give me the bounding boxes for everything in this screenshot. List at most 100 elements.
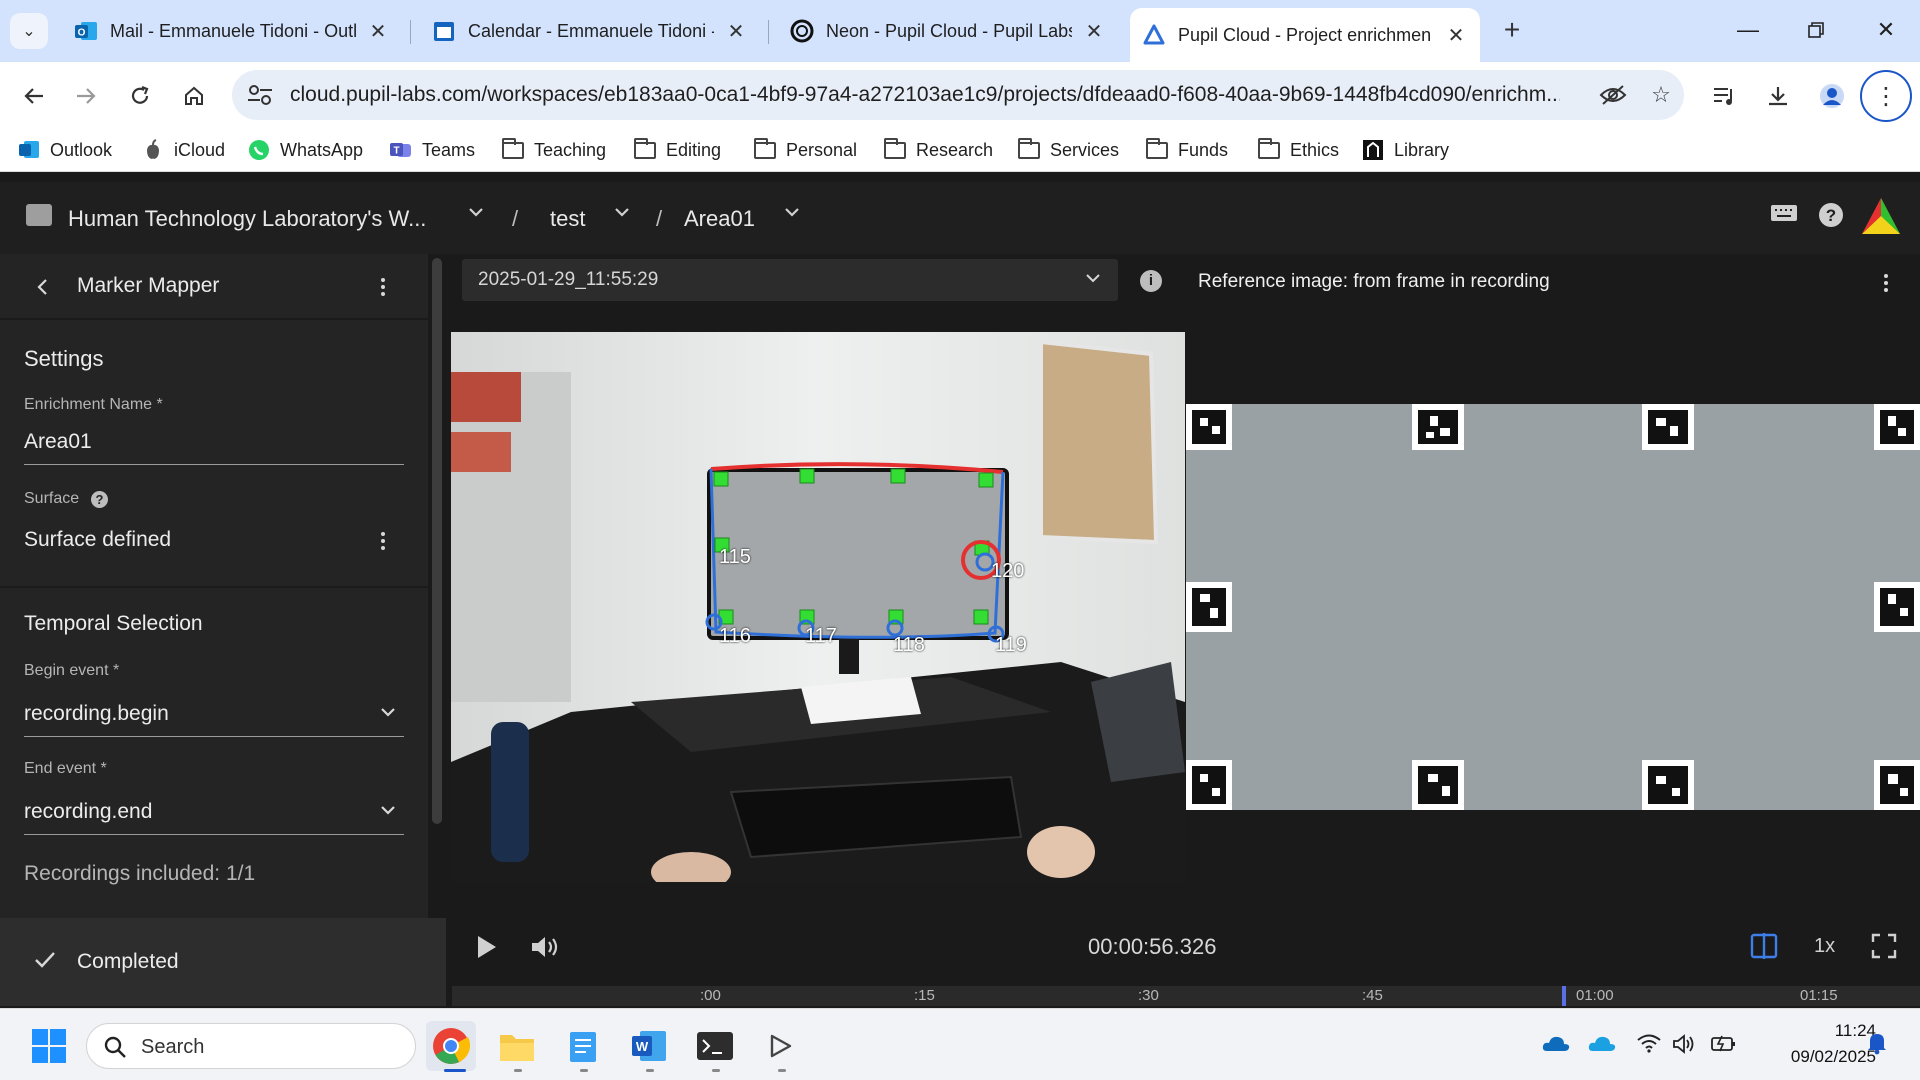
wifi-icon[interactable] xyxy=(1636,1033,1662,1059)
bookmark-label: Ethics xyxy=(1290,139,1340,160)
tab-neon[interactable]: Neon - Pupil Cloud - Pupil Labs ✕ xyxy=(778,10,1118,52)
minimize-button[interactable]: — xyxy=(1718,8,1778,52)
bookmark-library[interactable]: Library xyxy=(1360,136,1449,164)
restore-button[interactable] xyxy=(1786,8,1846,52)
clock-time[interactable]: 11:24 xyxy=(1746,1021,1876,1041)
enrichment-name-field[interactable]: Area01 xyxy=(24,430,92,454)
end-event-select[interactable]: recording.end xyxy=(24,800,152,824)
bookmark-folder-personal[interactable]: Personal xyxy=(752,136,857,164)
bookmark-label: Editing xyxy=(666,139,722,160)
app-indicator xyxy=(514,1069,522,1072)
battery-icon[interactable] xyxy=(1710,1033,1738,1059)
forward-button[interactable] xyxy=(66,76,106,116)
info-icon[interactable]: i xyxy=(1140,270,1162,292)
breadcrumb-enrichment[interactable]: Area01 xyxy=(684,206,755,232)
folder-icon xyxy=(1016,137,1042,161)
active-app-indicator xyxy=(444,1069,466,1072)
url-text[interactable]: cloud.pupil-labs.com/workspaces/eb183aa0… xyxy=(290,83,1560,107)
bookmark-outlook[interactable]: Outlook xyxy=(16,136,112,164)
tab-pupil-cloud[interactable]: Pupil Cloud - Project enrichmen ✕ xyxy=(1130,8,1480,62)
close-icon[interactable]: ✕ xyxy=(724,19,748,44)
notepad-icon[interactable] xyxy=(558,1021,608,1071)
more-options-icon[interactable] xyxy=(381,278,387,299)
bookmark-folder-teaching[interactable]: Teaching xyxy=(500,136,606,164)
chevron-down-icon[interactable] xyxy=(612,202,632,228)
close-icon[interactable]: ✕ xyxy=(1082,19,1106,44)
eye-slash-icon[interactable] xyxy=(1598,80,1628,110)
onedrive-icon[interactable] xyxy=(1542,1033,1570,1059)
bookmark-folder-ethics[interactable]: Ethics xyxy=(1256,136,1339,164)
address-bar[interactable]: cloud.pupil-labs.com/workspaces/eb183aa0… xyxy=(232,70,1684,120)
begin-event-select[interactable]: recording.begin xyxy=(24,702,169,726)
app-header: Human Technology Laboratory's W... / tes… xyxy=(0,182,1920,254)
split-view-icon[interactable] xyxy=(1750,932,1778,965)
downloads-icon[interactable] xyxy=(1758,76,1798,116)
close-icon[interactable]: ✕ xyxy=(1444,23,1468,48)
bookmark-teams[interactable]: T Teams xyxy=(388,136,475,164)
volume-icon[interactable] xyxy=(530,934,562,965)
close-window-button[interactable]: ✕ xyxy=(1856,8,1916,52)
timeline[interactable]: :00 :15 :30 :45 01:00 01:15 xyxy=(452,986,1920,1006)
site-settings-icon[interactable] xyxy=(246,82,274,108)
breadcrumb-workspace[interactable]: Human Technology Laboratory's W... xyxy=(68,206,426,232)
bookmark-whatsapp[interactable]: WhatsApp xyxy=(246,136,363,164)
play-icon[interactable] xyxy=(476,934,498,965)
chevron-down-icon[interactable] xyxy=(466,202,486,228)
bookmark-folder-editing[interactable]: Editing xyxy=(632,136,721,164)
svg-text:W: W xyxy=(636,1039,649,1054)
back-button[interactable] xyxy=(14,76,54,116)
speaker-icon[interactable] xyxy=(1672,1033,1696,1061)
bookmark-star-icon[interactable]: ☆ xyxy=(1646,80,1676,110)
breadcrumb-project[interactable]: test xyxy=(550,206,585,232)
taskbar-search[interactable]: Search xyxy=(86,1023,416,1069)
home-button[interactable] xyxy=(174,76,214,116)
help-icon[interactable]: ? xyxy=(1818,202,1844,235)
chevron-down-icon[interactable] xyxy=(378,800,398,826)
user-avatar-icon[interactable] xyxy=(1860,196,1902,245)
scene-video[interactable]: 115 120 116 117 118 119 xyxy=(451,332,1185,882)
more-options-icon[interactable] xyxy=(381,532,387,553)
reference-image[interactable] xyxy=(1186,404,1920,810)
new-tab-button[interactable]: + xyxy=(1494,12,1530,48)
chevron-down-icon[interactable] xyxy=(378,702,398,728)
bookmark-label: WhatsApp xyxy=(280,139,364,160)
sidebar-scrollbar[interactable] xyxy=(432,258,442,824)
bookmark-folder-research[interactable]: Research xyxy=(882,136,993,164)
playback-speed-button[interactable]: 1x xyxy=(1814,935,1835,958)
tab-search-button[interactable]: ⌄ xyxy=(10,13,48,49)
profile-avatar-icon[interactable] xyxy=(1812,76,1852,116)
svg-text:T: T xyxy=(393,146,399,157)
reference-image-title: Reference image: from frame in recording xyxy=(1198,271,1550,292)
bookmark-icloud[interactable]: iCloud xyxy=(140,136,225,164)
back-chevron-icon[interactable] xyxy=(36,276,50,304)
divider xyxy=(0,318,428,320)
keyboard-icon[interactable] xyxy=(1770,202,1798,231)
recordings-included: Recordings included: 1/1 xyxy=(24,862,256,885)
media-controls-icon[interactable] xyxy=(1704,76,1744,116)
recording-select[interactable]: 2025-01-29_11:55:29 xyxy=(462,259,1118,301)
tab-mail[interactable]: O Mail - Emmanuele Tidoni - Outl ✕ xyxy=(62,10,402,52)
chevron-down-icon[interactable] xyxy=(782,202,802,228)
windows-start-icon[interactable] xyxy=(24,1021,74,1071)
file-explorer-icon[interactable] xyxy=(492,1021,542,1071)
more-options-icon[interactable] xyxy=(1884,274,1890,295)
terminal-icon[interactable] xyxy=(690,1021,740,1071)
media-player-icon[interactable] xyxy=(756,1021,806,1071)
notification-bell-icon[interactable] xyxy=(1866,1031,1888,1061)
tab-calendar[interactable]: Calendar - Emmanuele Tidoni - ✕ xyxy=(420,10,760,52)
help-icon[interactable]: ? xyxy=(91,491,108,508)
bookmark-folder-funds[interactable]: Funds xyxy=(1144,136,1228,164)
bookmark-folder-services[interactable]: Services xyxy=(1016,136,1119,164)
reload-button[interactable] xyxy=(120,76,160,116)
word-icon[interactable]: W xyxy=(624,1021,674,1071)
close-icon[interactable]: ✕ xyxy=(366,19,390,44)
search-icon xyxy=(103,1035,127,1064)
clock-date[interactable]: 09/02/2025 xyxy=(1746,1047,1876,1067)
tab-strip: ⌄ O Mail - Emmanuele Tidoni - Outl ✕ Cal… xyxy=(0,0,1920,62)
chrome-icon[interactable] xyxy=(426,1021,476,1071)
cloud-sync-icon[interactable] xyxy=(1588,1033,1616,1059)
menu-button[interactable]: ⋮ xyxy=(1860,70,1912,122)
bookmark-label: Research xyxy=(916,139,994,160)
fullscreen-icon[interactable] xyxy=(1870,932,1898,965)
playhead[interactable] xyxy=(1562,986,1566,1006)
